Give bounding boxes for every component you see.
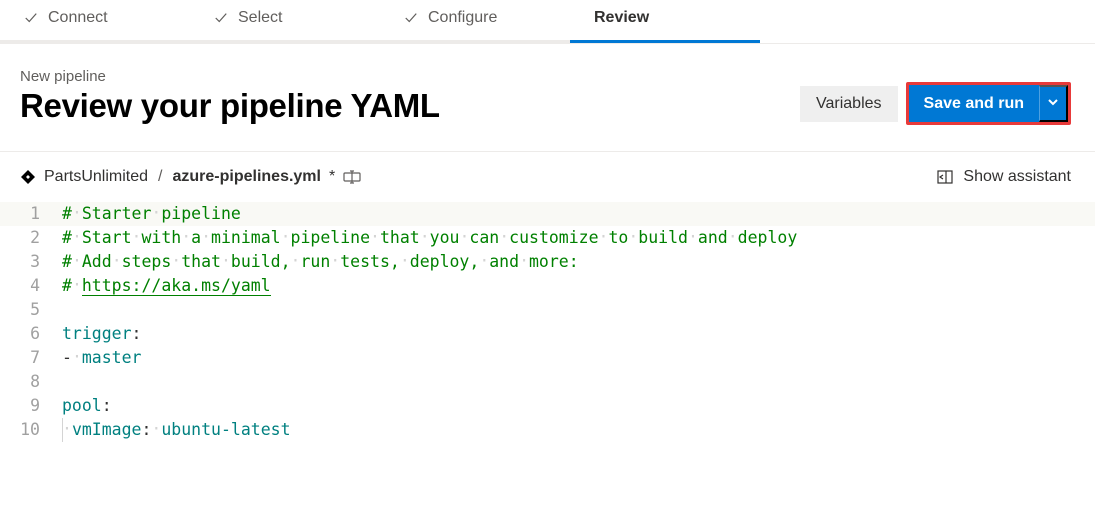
step-review[interactable]: Review [570, 0, 760, 43]
step-select[interactable]: Select [190, 0, 380, 43]
step-label: Select [238, 9, 282, 27]
file-name: azure-pipelines.yml [172, 168, 321, 186]
editor-line[interactable]: 5 [0, 298, 1095, 322]
line-number: 5 [0, 298, 62, 322]
line-number: 6 [0, 322, 62, 346]
yaml-editor[interactable]: 1#·Starter·pipeline2#·Start·with·a·minim… [0, 202, 1095, 442]
code-content: ·vmImage:·ubuntu-latest [62, 418, 291, 442]
line-number: 3 [0, 250, 62, 274]
chevron-down-icon [1047, 96, 1059, 108]
editor-line[interactable]: 1#·Starter·pipeline [0, 202, 1095, 226]
editor-line[interactable]: 3#·Add·steps·that·build,·run·tests,·depl… [0, 250, 1095, 274]
save-and-run-button[interactable]: Save and run [909, 85, 1039, 122]
breadcrumb: New pipeline [20, 68, 440, 85]
editor-line[interactable]: 6trigger: [0, 322, 1095, 346]
page-header: New pipeline Review your pipeline YAML V… [0, 44, 1095, 152]
editor-line[interactable]: 2#·Start·with·a·minimal·pipeline·that·yo… [0, 226, 1095, 250]
step-label: Configure [428, 9, 497, 27]
rename-icon[interactable] [343, 170, 361, 184]
save-and-run-group: Save and run [906, 82, 1071, 125]
repo-name[interactable]: PartsUnlimited [44, 168, 148, 186]
code-content: #·https://aka.ms/yaml [62, 274, 271, 298]
line-number: 4 [0, 274, 62, 298]
variables-button[interactable]: Variables [800, 86, 898, 122]
page-title: Review your pipeline YAML [20, 87, 440, 125]
editor-line[interactable]: 7-·master [0, 346, 1095, 370]
pipeline-stepper: Connect Select Configure Review [0, 0, 1095, 44]
code-content: #·Start·with·a·minimal·pipeline·that·you… [62, 226, 797, 250]
code-content: pool: [62, 394, 112, 418]
code-content: -·master [62, 346, 141, 370]
file-bar: PartsUnlimited / azure-pipelines.yml * S… [0, 152, 1095, 202]
repo-icon [20, 169, 36, 185]
editor-line[interactable]: 8 [0, 370, 1095, 394]
code-content: #·Add·steps·that·build,·run·tests,·deplo… [62, 250, 579, 274]
step-label: Connect [48, 9, 108, 27]
line-number: 8 [0, 370, 62, 394]
line-number: 7 [0, 346, 62, 370]
panel-collapse-icon [937, 170, 953, 184]
code-content: #·Starter·pipeline [62, 202, 241, 226]
step-connect[interactable]: Connect [0, 0, 190, 43]
show-assistant-label: Show assistant [963, 168, 1071, 186]
line-number: 2 [0, 226, 62, 250]
code-content: trigger: [62, 322, 141, 346]
step-configure[interactable]: Configure [380, 0, 570, 43]
save-and-run-dropdown[interactable] [1039, 85, 1068, 122]
dirty-marker: * [329, 168, 335, 186]
editor-line[interactable]: 10·vmImage:·ubuntu-latest [0, 418, 1095, 442]
show-assistant-button[interactable]: Show assistant [937, 168, 1071, 186]
editor-line[interactable]: 9pool: [0, 394, 1095, 418]
check-icon [24, 11, 38, 25]
line-number: 1 [0, 202, 62, 226]
check-icon [404, 11, 418, 25]
path-separator: / [158, 168, 162, 186]
line-number: 9 [0, 394, 62, 418]
step-label: Review [594, 9, 649, 27]
editor-line[interactable]: 4#·https://aka.ms/yaml [0, 274, 1095, 298]
check-icon [214, 11, 228, 25]
line-number: 10 [0, 418, 62, 442]
